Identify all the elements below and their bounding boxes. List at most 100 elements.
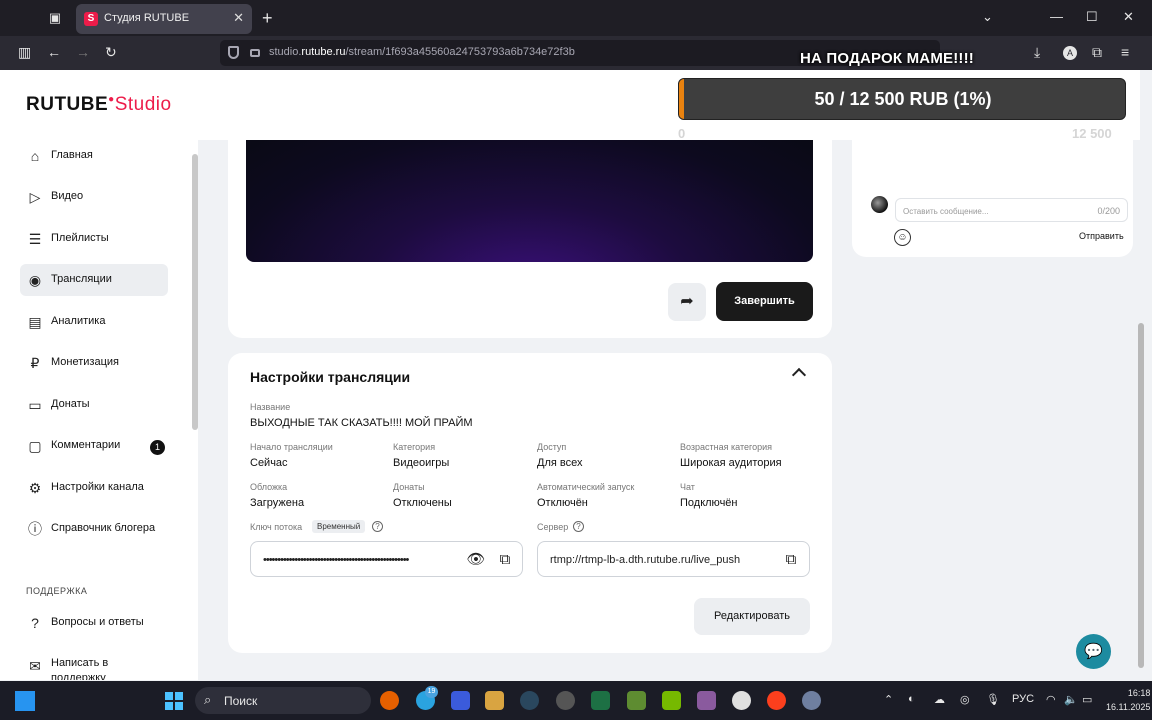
sidebar-item-label: Настройки канала xyxy=(51,481,144,493)
stream-preview-player[interactable] xyxy=(246,140,813,262)
firefox-icon[interactable] xyxy=(380,691,399,710)
menu-icon[interactable]: ≡ xyxy=(1121,44,1129,60)
sidebar-item-contact-support[interactable]: ✉ Написать в поддержку xyxy=(20,650,168,680)
search-label: Поиск xyxy=(224,694,258,708)
mail-icon: ✉ xyxy=(29,658,41,674)
media-player-icon[interactable] xyxy=(485,691,504,710)
back-icon[interactable]: ← xyxy=(47,44,61,60)
support-chat-button[interactable]: 💬 xyxy=(1076,634,1111,669)
sidebar-item-channel-settings[interactable]: ⚙ Настройки канала xyxy=(20,472,168,504)
clock[interactable]: 16:18 16.11.2025 xyxy=(1106,686,1150,714)
sidebar-item-home[interactable]: ⌂ Главная xyxy=(20,140,168,172)
stream-key-field[interactable]: ••••••••••••••••••••••••••••••••••••••••… xyxy=(250,541,523,577)
show-key-eye-icon[interactable]: 👁 xyxy=(466,550,486,570)
inkscape-icon[interactable] xyxy=(732,691,751,710)
sidebar-item-comments[interactable]: ▢ Комментарии 1 xyxy=(20,430,168,462)
nvidia-icon[interactable] xyxy=(662,691,681,710)
sidebar-item-broadcasts[interactable]: ◉ Трансляции xyxy=(20,264,168,296)
widgets-icon[interactable] xyxy=(15,691,35,711)
downloads-icon[interactable]: ⤓ xyxy=(1034,44,1040,61)
sidebar-toggle-icon[interactable]: ▥ xyxy=(18,44,31,61)
browser-tab[interactable]: S Студия RUTUBE ✕ xyxy=(76,4,252,34)
broadcast-icon: ◉ xyxy=(28,272,42,288)
avatar xyxy=(871,196,888,213)
end-stream-button[interactable]: Завершить xyxy=(716,282,813,321)
account-icon[interactable]: A xyxy=(1063,46,1077,60)
send-message-button[interactable]: Отправить xyxy=(1079,231,1124,241)
excel-icon[interactable] xyxy=(591,691,610,710)
donate-icon: ▭ xyxy=(28,397,42,413)
sidebar-scrollbar[interactable] xyxy=(192,154,198,430)
reload-icon[interactable]: ↻ xyxy=(105,44,117,61)
clock-time: 16:18 xyxy=(1127,688,1151,698)
lock-icon[interactable] xyxy=(250,49,260,57)
tray-app-icon[interactable]: ◐ xyxy=(908,693,915,705)
steam-icon[interactable] xyxy=(520,691,539,710)
stream-key-value: ••••••••••••••••••••••••••••••••••••••••… xyxy=(263,554,409,566)
sidebar-item-analytics[interactable]: ▤ Аналитика xyxy=(20,306,168,338)
tab-overview-icon[interactable]: ▣ xyxy=(47,10,63,26)
sidebar-item-video[interactable]: ▷ Видео xyxy=(20,181,168,213)
settings-app-icon[interactable] xyxy=(802,691,821,710)
new-tab-icon[interactable]: + xyxy=(262,8,273,29)
extensions-icon[interactable]: ⧉ xyxy=(1092,44,1102,61)
app-icon[interactable] xyxy=(451,691,470,710)
volume-icon[interactable]: 🔈 xyxy=(1064,693,1078,706)
sidebar: ⌂ Главная ▷ Видео ☰ Плейлисты ◉ Трансляц… xyxy=(0,140,198,680)
tab-list-chevron-icon[interactable]: ⌄ xyxy=(982,9,993,25)
microphone-icon[interactable]: 🎙 xyxy=(986,693,1000,706)
server-field[interactable]: rtmp://rtmp-lb-a.dth.rutube.ru/live_push… xyxy=(537,541,810,577)
cloud-icon[interactable]: ☁ xyxy=(934,693,945,706)
tracking-shield-icon[interactable] xyxy=(228,46,239,59)
browser-tab-bar: ▣ S Студия RUTUBE ✕ + ⌄ — ☐ ✕ xyxy=(0,0,1152,36)
field-value: Отключены xyxy=(393,497,452,509)
sidebar-item-blogger-guide[interactable]: ⓘ Справочник блогера xyxy=(20,513,168,545)
edit-settings-button[interactable]: Редактировать xyxy=(694,598,810,635)
comments-count-badge: 1 xyxy=(150,440,165,455)
field-label: Начало трансляции xyxy=(250,442,333,452)
field-label: Доступ xyxy=(537,442,567,452)
field-value: Отключён xyxy=(537,497,588,509)
game-icon[interactable] xyxy=(697,691,716,710)
wifi-icon[interactable]: ◠ xyxy=(1046,693,1056,706)
sidebar-item-faq[interactable]: ? Вопросы и ответы xyxy=(20,607,168,639)
sidebar-item-label: Написать в поддержку xyxy=(51,657,109,680)
taskbar-search[interactable]: ⌕ Поиск xyxy=(195,687,371,714)
chat-message-input[interactable]: Оставить сообщение... 0/200 xyxy=(895,198,1128,222)
tray-chevron-icon[interactable]: ⌃ xyxy=(884,693,893,706)
maximize-icon[interactable]: ☐ xyxy=(1086,9,1098,25)
close-window-icon[interactable]: ✕ xyxy=(1123,9,1134,25)
sidebar-item-label: Видео xyxy=(51,190,84,202)
ruble-icon: ₽ xyxy=(30,355,40,371)
close-tab-icon[interactable]: ✕ xyxy=(233,10,244,26)
share-button[interactable]: ➦ xyxy=(668,283,706,321)
share-icon: ➦ xyxy=(680,293,694,310)
windows-taskbar: ⌕ Поиск 19 ⌃ ◐ ☁ ◎ 🎙 РУС ◠ 🔈 ▭ 16:18 16.1… xyxy=(0,681,1152,720)
sidebar-item-label: Плейлисты xyxy=(51,232,109,244)
goal-min-value: 0 xyxy=(678,126,686,141)
field-value: Широкая аудитория xyxy=(680,457,782,469)
server-help-icon[interactable]: ? xyxy=(573,521,584,532)
sidebar-item-monetization[interactable]: ₽ Монетизация xyxy=(20,347,168,379)
windows-start-icon[interactable] xyxy=(165,692,183,710)
key-help-icon[interactable]: ? xyxy=(372,521,383,532)
gear-icon: ⚙ xyxy=(28,480,42,496)
copy-key-icon[interactable]: ⧉ xyxy=(495,550,515,570)
tray-steam-icon[interactable]: ◎ xyxy=(960,693,970,706)
yandex-browser-icon[interactable] xyxy=(767,691,786,710)
language-indicator[interactable]: РУС xyxy=(1012,693,1034,705)
page-scrollbar[interactable] xyxy=(1138,323,1144,668)
goal-max-value: 12 500 xyxy=(1072,126,1112,141)
rutube-studio-logo[interactable]: RUTUBE●Studio xyxy=(26,94,172,116)
obs-icon[interactable] xyxy=(556,691,575,710)
copy-server-icon[interactable]: ⧉ xyxy=(781,550,801,570)
field-value: Загружена xyxy=(250,497,305,509)
battery-icon[interactable]: ▭ xyxy=(1082,693,1092,706)
sidebar-item-donations[interactable]: ▭ Донаты xyxy=(20,389,168,421)
field-value: Подключён xyxy=(680,497,738,509)
minecraft-icon[interactable] xyxy=(627,691,646,710)
sidebar-item-playlists[interactable]: ☰ Плейлисты xyxy=(20,223,168,255)
emoji-icon[interactable]: ☺ xyxy=(894,229,911,246)
forward-icon[interactable]: → xyxy=(76,44,90,60)
minimize-icon[interactable]: — xyxy=(1050,9,1063,24)
